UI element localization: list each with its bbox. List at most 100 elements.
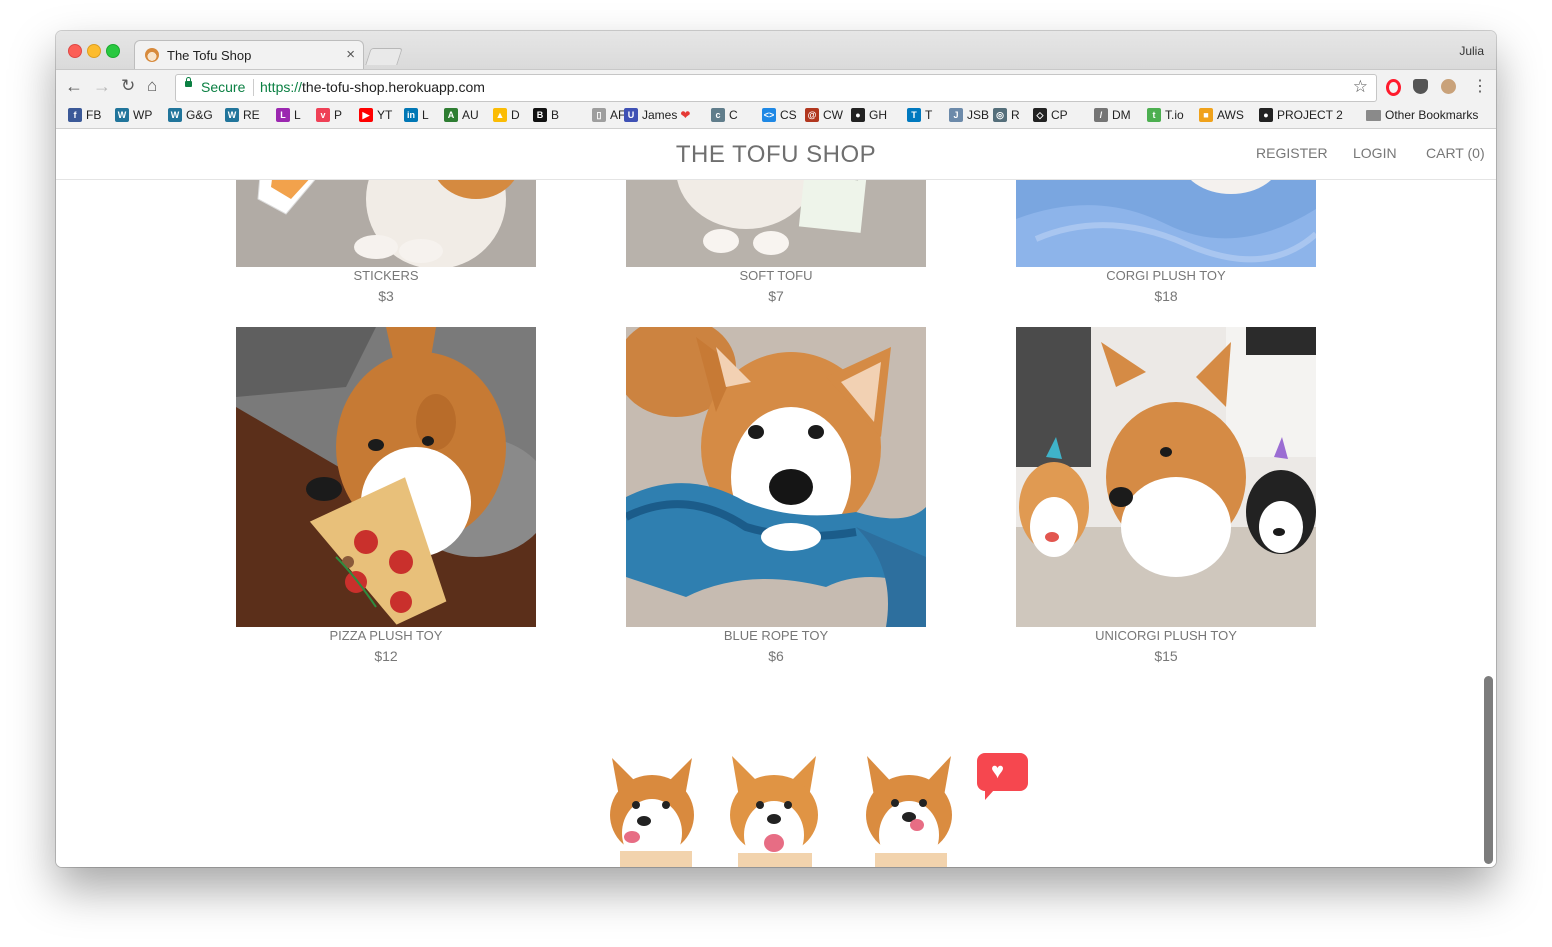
- back-arrow-icon[interactable]: ←: [65, 76, 83, 97]
- bookmark-item[interactable]: vP: [316, 107, 342, 123]
- product-photo[interactable]: [626, 327, 926, 627]
- bookmark-label: C: [729, 108, 738, 122]
- product-photo[interactable]: [236, 327, 536, 627]
- u-icon: U: [624, 108, 638, 122]
- corgi-head-1-image: [610, 758, 694, 867]
- wordpress-icon: W: [225, 108, 239, 122]
- url-host: the-tofu-shop.herokuapp.com: [302, 79, 485, 95]
- pizza-plush-photo-image: [236, 327, 536, 627]
- youtube-icon: ▶: [359, 108, 373, 122]
- bookmark-item[interactable]: W WP: [115, 107, 152, 123]
- bookmark-item[interactable]: / DM: [1094, 107, 1131, 123]
- bookmark-item[interactable]: in L: [404, 107, 429, 123]
- jsbin-icon: J: [949, 108, 963, 122]
- product-price: $18: [1154, 288, 1178, 304]
- forward-arrow-icon[interactable]: →: [93, 76, 111, 97]
- browser-tab[interactable]: The Tofu Shop ×: [134, 40, 364, 70]
- pocket-extension-icon[interactable]: [1413, 79, 1428, 94]
- browser-menu-icon[interactable]: ⋮: [1472, 76, 1488, 96]
- corgi-favicon-icon: [145, 48, 159, 62]
- product-name[interactable]: BLUE ROPE TOY: [626, 628, 926, 643]
- letter-l-icon: L: [276, 108, 290, 122]
- heart-icon: ❤: [680, 108, 691, 122]
- bookmark-item[interactable]: A AU: [444, 107, 479, 123]
- new-tab-button[interactable]: [365, 48, 403, 65]
- facebook-icon: f: [68, 108, 82, 122]
- opera-extension-icon[interactable]: [1386, 79, 1401, 96]
- bookmark-item[interactable]: ■ AWS: [1199, 107, 1244, 123]
- bookmark-star-icon[interactable]: ☆: [1353, 77, 1368, 97]
- bookmark-item[interactable]: ◎ R: [993, 107, 1020, 123]
- minimize-window-button[interactable]: [87, 44, 101, 58]
- bookmark-item[interactable]: ● PROJECT 2: [1259, 107, 1343, 123]
- reload-icon[interactable]: ↻: [121, 76, 135, 96]
- secure-label: Secure: [201, 79, 246, 95]
- corgi-head-2-image: [730, 756, 818, 867]
- bookmark-label: AWS: [1217, 108, 1244, 122]
- product-card-pizza-plush-toy[interactable]: PIZZA PLUSH TOY $12: [236, 327, 536, 672]
- product-name[interactable]: SOFT TOFU: [626, 268, 926, 283]
- github-icon: ●: [1259, 108, 1273, 122]
- avatar-extension-icon[interactable]: [1441, 79, 1456, 94]
- bookmark-item[interactable]: W RE: [225, 107, 260, 123]
- c-icon: c: [711, 108, 725, 122]
- cart-link[interactable]: CART (0): [1426, 145, 1485, 161]
- bookmark-item[interactable]: J JSB: [949, 107, 989, 123]
- url-text[interactable]: https://the-tofu-shop.herokuapp.com: [260, 79, 485, 95]
- bookmark-item[interactable]: TT: [907, 107, 932, 123]
- tio-icon: t: [1147, 108, 1161, 122]
- address-bar[interactable]: Secure https://the-tofu-shop.herokuapp.c…: [175, 74, 1377, 102]
- bookmark-label: R: [1011, 108, 1020, 122]
- register-link[interactable]: REGISTER: [1256, 145, 1328, 161]
- close-window-button[interactable]: [68, 44, 82, 58]
- bookmark-label: CP: [1051, 108, 1068, 122]
- bookmark-label: YT: [377, 108, 393, 122]
- bookmark-item[interactable]: LL: [276, 107, 301, 123]
- product-name[interactable]: STICKERS: [236, 268, 536, 283]
- bookmark-label: WP: [133, 108, 153, 122]
- bookmark-label: CW: [823, 108, 843, 122]
- bookmark-item[interactable]: U James ❤: [624, 107, 690, 123]
- bookmark-label: JSB: [967, 108, 990, 122]
- tab-title: The Tofu Shop: [167, 48, 252, 63]
- product-name[interactable]: CORGI PLUSH TOY: [1016, 268, 1316, 283]
- heart-icon: ♥: [991, 758, 1005, 783]
- browser-window: The Tofu Shop × Julia ← → ↻ ⌂ Secure htt…: [56, 31, 1496, 867]
- bookmark-item[interactable]: ▲ D: [493, 107, 520, 123]
- scrollbar-thumb[interactable]: [1484, 676, 1493, 864]
- bookmark-item[interactable]: <> CS: [762, 107, 797, 123]
- other-bookmarks[interactable]: Other Bookmarks: [1366, 107, 1478, 123]
- scrollbar[interactable]: [1482, 129, 1496, 867]
- web-page: THE TOFU SHOP REGISTER LOGIN CART (0) ST: [56, 129, 1496, 867]
- bookmark-item[interactable]: W G&G: [168, 107, 213, 123]
- bookmark-item[interactable]: t T.io: [1147, 107, 1184, 123]
- product-card-blue-rope-toy[interactable]: BLUE ROPE TOY $6: [626, 327, 926, 672]
- wordpress-icon: W: [115, 108, 129, 122]
- bookmark-label: FB: [86, 108, 102, 122]
- product-name[interactable]: UNICORGI PLUSH TOY: [1016, 628, 1316, 643]
- bookmark-item[interactable]: cC: [711, 107, 738, 123]
- product-price: $7: [768, 288, 784, 304]
- codepen-icon: ◇: [1033, 108, 1047, 122]
- pocket-icon: v: [316, 108, 330, 122]
- bookmark-item[interactable]: ▯ AF: [592, 107, 625, 123]
- home-icon[interactable]: ⌂: [147, 76, 157, 96]
- bookmark-item[interactable]: ▶ YT: [359, 107, 392, 123]
- login-link[interactable]: LOGIN: [1353, 145, 1397, 161]
- zoom-window-button[interactable]: [106, 44, 120, 58]
- tab-close-icon[interactable]: ×: [346, 46, 355, 63]
- product-photo[interactable]: [1016, 327, 1316, 627]
- bookmark-item[interactable]: BB: [533, 107, 559, 123]
- profile-name[interactable]: Julia: [1459, 44, 1484, 58]
- au-icon: A: [444, 108, 458, 122]
- product-name[interactable]: PIZZA PLUSH TOY: [236, 628, 536, 643]
- bookmark-item[interactable]: ● GH: [851, 107, 887, 123]
- like-bubble[interactable]: ♥: [977, 753, 1028, 800]
- product-card-unicorgi-plush-toy[interactable]: UNICORGI PLUSH TOY $15: [1016, 327, 1316, 672]
- bookmark-item[interactable]: @ CW: [805, 107, 843, 123]
- linkedin-icon: in: [404, 108, 418, 122]
- bookmark-item[interactable]: ◇ CP: [1033, 107, 1068, 123]
- bookmark-label: RE: [243, 108, 260, 122]
- bookmark-item[interactable]: f FB: [68, 107, 101, 123]
- google-drive-icon: ▲: [493, 108, 507, 122]
